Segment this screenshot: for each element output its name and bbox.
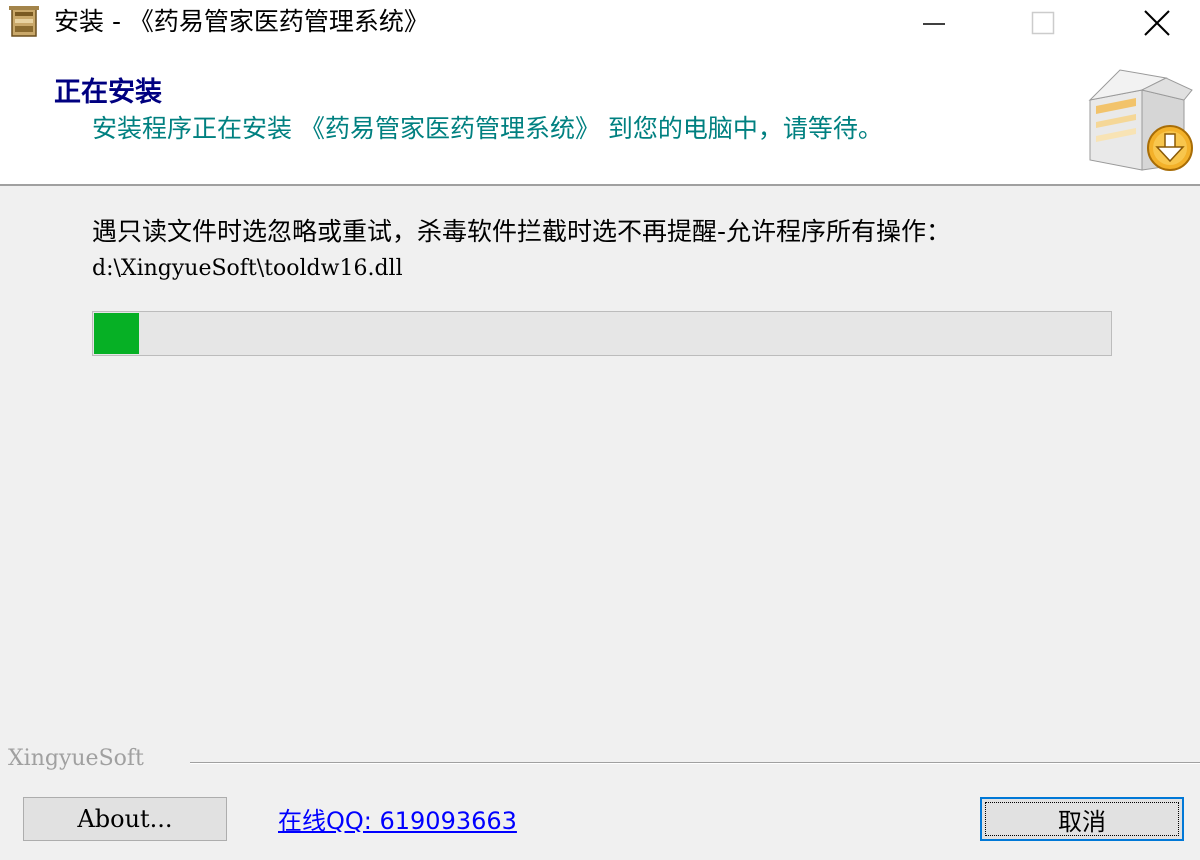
brand-label: XingyueSoft bbox=[8, 746, 144, 771]
close-button[interactable] bbox=[1122, 0, 1192, 46]
install-box-icon bbox=[1088, 69, 1193, 171]
online-qq-link[interactable]: 在线QQ: 619093663 bbox=[278, 806, 517, 836]
focus-indicator bbox=[985, 802, 1179, 836]
page-title: 正在安装 bbox=[54, 77, 162, 108]
maximize-icon bbox=[1031, 11, 1055, 35]
minimize-icon bbox=[923, 23, 945, 25]
window-title: 安装 - 《药易管家医药管理系统》 bbox=[54, 7, 429, 36]
minimize-button[interactable] bbox=[899, 0, 969, 46]
app-icon bbox=[9, 6, 39, 37]
title-bar[interactable]: 安装 - 《药易管家医药管理系统》 bbox=[0, 0, 1200, 46]
about-button[interactable]: About... bbox=[23, 797, 227, 841]
status-message: 遇只读文件时选忽略或重试，杀毒软件拦截时选不再提醒-允许程序所有操作： bbox=[92, 217, 952, 246]
about-button-label: About... bbox=[77, 805, 173, 833]
maximize-button[interactable] bbox=[1008, 0, 1078, 46]
install-progress-bar bbox=[92, 311, 1112, 356]
close-icon bbox=[1144, 10, 1170, 36]
cancel-button[interactable]: 取消 bbox=[980, 797, 1184, 841]
current-file-path: d:\XingyueSoft\tooldw16.dll bbox=[92, 256, 403, 281]
progress-fill bbox=[94, 313, 139, 354]
footer-divider bbox=[190, 762, 1200, 764]
installer-window: 安装 - 《药易管家医药管理系统》 正在安装 安装程序正在安装 《药易管家医药管… bbox=[0, 0, 1200, 860]
header-panel: 正在安装 安装程序正在安装 《药易管家医药管理系统》 到您的电脑中，请等待。 bbox=[0, 46, 1200, 186]
page-subtitle: 安装程序正在安装 《药易管家医药管理系统》 到您的电脑中，请等待。 bbox=[92, 114, 883, 143]
